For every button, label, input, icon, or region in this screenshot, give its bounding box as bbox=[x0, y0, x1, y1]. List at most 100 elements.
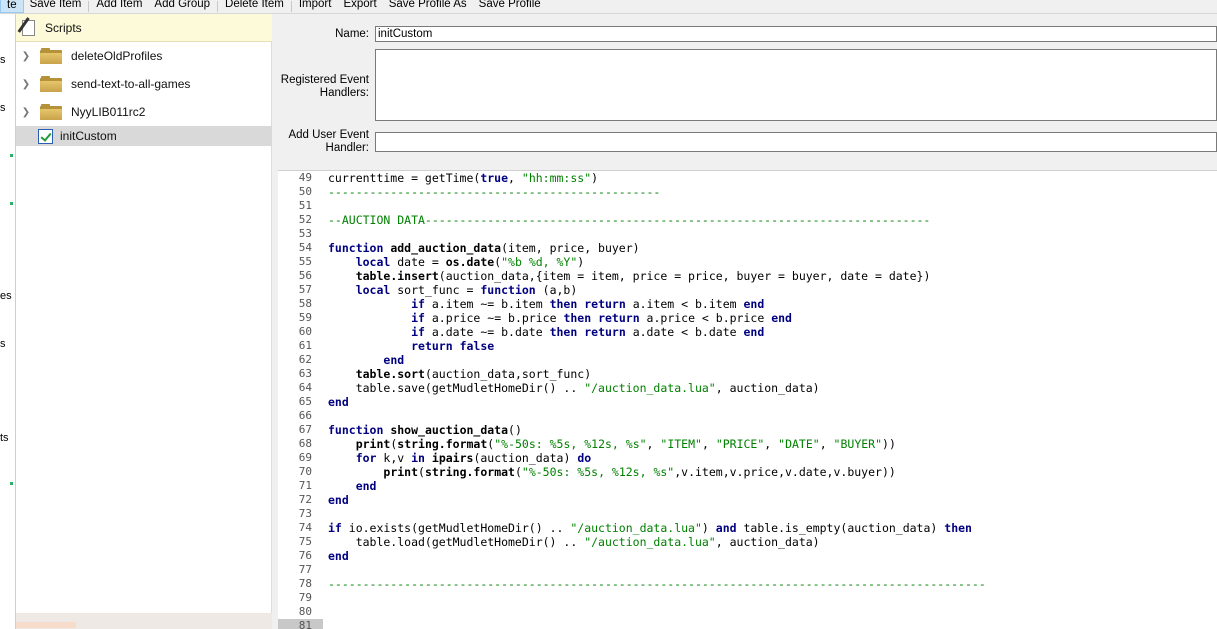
code-line[interactable]: 51 bbox=[278, 199, 1217, 213]
code-text[interactable]: if io.exists(getMudletHomeDir() .. "/auc… bbox=[328, 521, 972, 535]
chevron-right-icon[interactable]: ❯ bbox=[20, 107, 32, 118]
code-text[interactable]: ----------------------------------------… bbox=[328, 577, 986, 591]
code-line[interactable]: 64 table.save(getMudletHomeDir() .. "/au… bbox=[278, 381, 1217, 395]
code-text[interactable]: print(string.format("%-50s: %5s, %12s, %… bbox=[328, 437, 896, 451]
code-line[interactable]: 80 bbox=[278, 605, 1217, 619]
code-text[interactable]: table.load(getMudletHomeDir() .. "/aucti… bbox=[328, 535, 820, 549]
code-line[interactable]: 60 if a.date ~= b.date then return a.dat… bbox=[278, 325, 1217, 339]
code-editor[interactable]: 49 currenttime = getTime(true, "hh:mm:ss"… bbox=[278, 170, 1217, 629]
tree-item-init-custom[interactable]: initCustom bbox=[16, 126, 272, 146]
toolbar-partial-button[interactable]: te bbox=[0, 0, 24, 13]
tree-item-send-text-to-all-games[interactable]: ❯ send-text-to-all-games bbox=[16, 74, 272, 94]
code-text[interactable]: end bbox=[328, 493, 349, 507]
code-text[interactable]: currenttime = getTime(true, "hh:mm:ss") bbox=[328, 171, 598, 185]
line-number: 81 bbox=[278, 619, 323, 629]
code-line[interactable]: 67 function show_auction_data() bbox=[278, 423, 1217, 437]
category-fragment[interactable]: ts bbox=[0, 432, 9, 444]
code-line[interactable]: 74 if io.exists(getMudletHomeDir() .. "/a… bbox=[278, 521, 1217, 535]
code-text[interactable]: end bbox=[328, 395, 349, 409]
code-line[interactable]: 54 function add_auction_data(item, price,… bbox=[278, 241, 1217, 255]
code-line[interactable]: 72 end bbox=[278, 493, 1217, 507]
folder-icon bbox=[40, 104, 62, 120]
code-line[interactable]: 66 bbox=[278, 409, 1217, 423]
code-line[interactable]: 75 table.load(getMudletHomeDir() .. "/au… bbox=[278, 535, 1217, 549]
code-line[interactable]: 73 bbox=[278, 507, 1217, 521]
code-line[interactable]: 78 --------------------------------------… bbox=[278, 577, 1217, 591]
code-text[interactable]: table.save(getMudletHomeDir() .. "/aucti… bbox=[328, 381, 820, 395]
code-line[interactable]: 71 end bbox=[278, 479, 1217, 493]
line-number: 55 bbox=[298, 255, 312, 268]
name-input[interactable]: initCustom bbox=[375, 26, 1217, 42]
code-text[interactable]: function show_auction_data() bbox=[328, 423, 522, 437]
line-number: 53 bbox=[298, 227, 312, 240]
category-fragment[interactable]: s bbox=[0, 102, 6, 114]
code-line[interactable]: 65 end bbox=[278, 395, 1217, 409]
code-line[interactable]: 59 if a.price ~= b.price then return a.p… bbox=[278, 311, 1217, 325]
tree-item-delete-old-profiles[interactable]: ❯ deleteOldProfiles bbox=[16, 46, 272, 66]
chevron-right-icon[interactable]: ❯ bbox=[20, 79, 32, 90]
code-text[interactable]: if a.date ~= b.date then return a.date <… bbox=[328, 325, 764, 339]
folder-icon bbox=[40, 76, 62, 92]
add-item-button[interactable]: Add Item bbox=[90, 0, 148, 13]
line-number: 69 bbox=[298, 451, 312, 464]
add-group-button[interactable]: Add Group bbox=[148, 0, 216, 13]
code-line[interactable]: 50 --------------------------------------… bbox=[278, 185, 1217, 199]
line-number: 79 bbox=[298, 591, 312, 604]
import-button[interactable]: Import bbox=[293, 0, 338, 13]
code-text[interactable]: local sort_func = function (a,b) bbox=[328, 283, 578, 297]
status-mark bbox=[10, 482, 13, 485]
line-number: 68 bbox=[298, 437, 312, 450]
tree-root-scripts[interactable]: Scripts bbox=[16, 14, 272, 42]
category-fragment[interactable]: s bbox=[0, 338, 6, 350]
code-text[interactable]: end bbox=[328, 353, 404, 367]
code-line[interactable]: 63 table.sort(auction_data,sort_func) bbox=[278, 367, 1217, 381]
code-line[interactable]: 62 end bbox=[278, 353, 1217, 367]
code-text[interactable]: if a.price ~= b.price then return a.pric… bbox=[328, 311, 792, 325]
code-line[interactable]: 61 return false bbox=[278, 339, 1217, 353]
code-line[interactable]: 68 print(string.format("%-50s: %5s, %12s… bbox=[278, 437, 1217, 451]
code-line[interactable]: 56 table.insert(auction_data,{item = ite… bbox=[278, 269, 1217, 283]
save-profile-as-button[interactable]: Save Profile As bbox=[383, 0, 473, 13]
code-line[interactable]: 81 bbox=[278, 619, 1217, 629]
category-fragment[interactable]: es bbox=[0, 290, 12, 302]
code-line[interactable]: 57 local sort_func = function (a,b) bbox=[278, 283, 1217, 297]
code-line[interactable]: 52 --AUCTION DATA------------------------… bbox=[278, 213, 1217, 227]
save-profile-button[interactable]: Save Profile bbox=[473, 0, 547, 13]
tree-item-label: initCustom bbox=[60, 129, 117, 143]
tree-root-row: Scripts bbox=[16, 17, 272, 38]
export-button[interactable]: Export bbox=[337, 0, 382, 13]
code-line[interactable]: 70 print(string.format("%-50s: %5s, %12s… bbox=[278, 465, 1217, 479]
script-tree: Scripts ❯ deleteOldProfiles ❯ send-text-… bbox=[16, 14, 272, 629]
line-number: 54 bbox=[298, 241, 312, 254]
code-text[interactable]: return false bbox=[328, 339, 494, 353]
category-fragment[interactable]: s bbox=[0, 54, 6, 66]
save-item-button[interactable]: Save Item bbox=[24, 0, 88, 13]
code-line[interactable]: 69 for k,v in ipairs(auction_data) do bbox=[278, 451, 1217, 465]
delete-item-button[interactable]: Delete Item bbox=[219, 0, 290, 13]
code-line[interactable]: 76 end bbox=[278, 549, 1217, 563]
code-text[interactable]: print(string.format("%-50s: %5s, %12s, %… bbox=[328, 465, 895, 479]
chevron-right-icon[interactable]: ❯ bbox=[20, 51, 32, 62]
code-text[interactable]: --AUCTION DATA--------------------------… bbox=[328, 213, 930, 227]
code-line[interactable]: 77 bbox=[278, 563, 1217, 577]
code-text[interactable]: end bbox=[328, 479, 377, 493]
tree-item-nyylib[interactable]: ❯ NyyLIB011rc2 bbox=[16, 102, 272, 122]
line-number: 65 bbox=[298, 395, 312, 408]
item-properties-form: Name: initCustom Registered Event Handle… bbox=[273, 14, 1217, 170]
code-line[interactable]: 53 bbox=[278, 227, 1217, 241]
checked-script-icon[interactable] bbox=[38, 128, 53, 144]
code-line[interactable]: 58 if a.item ~= b.item then return a.ite… bbox=[278, 297, 1217, 311]
code-text[interactable]: if a.item ~= b.item then return a.item <… bbox=[328, 297, 764, 311]
add-user-event-handler-input[interactable] bbox=[375, 132, 1217, 152]
code-text[interactable]: ----------------------------------------… bbox=[328, 185, 660, 199]
code-text[interactable]: for k,v in ipairs(auction_data) do bbox=[328, 451, 591, 465]
code-text[interactable]: end bbox=[328, 549, 349, 563]
registered-event-handlers-list[interactable] bbox=[375, 49, 1217, 121]
code-text[interactable]: table.sort(auction_data,sort_func) bbox=[328, 367, 591, 381]
code-line[interactable]: 49 currenttime = getTime(true, "hh:mm:ss"… bbox=[278, 171, 1217, 185]
code-text[interactable]: local date = os.date("%b %d, %Y") bbox=[328, 255, 585, 269]
code-line[interactable]: 55 local date = os.date("%b %d, %Y") bbox=[278, 255, 1217, 269]
code-text[interactable]: function add_auction_data(item, price, b… bbox=[328, 241, 640, 255]
code-line[interactable]: 79 bbox=[278, 591, 1217, 605]
code-text[interactable]: table.insert(auction_data,{item = item, … bbox=[328, 269, 931, 283]
